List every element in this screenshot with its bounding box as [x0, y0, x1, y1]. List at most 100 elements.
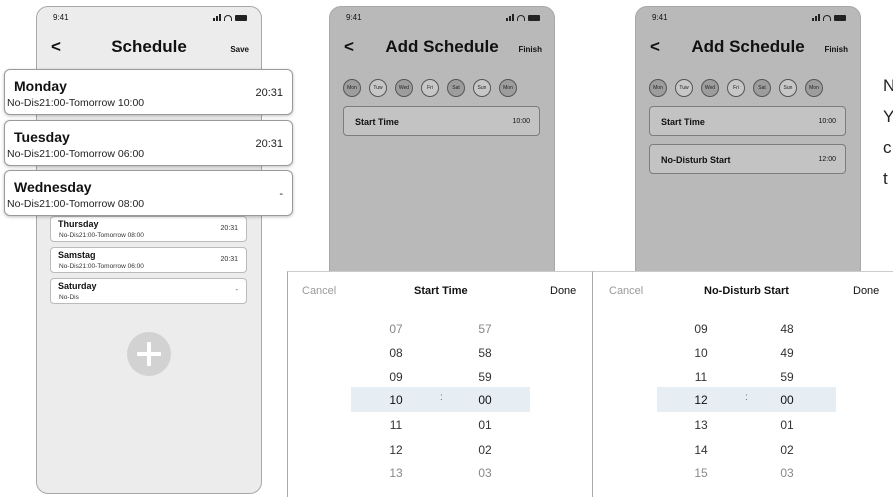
- schedule-time: 20:31: [220, 256, 238, 263]
- field-label: No-Disturb Start: [661, 155, 731, 165]
- time-separator: :: [745, 392, 748, 403]
- day-toggle[interactable]: Tuw: [675, 79, 693, 97]
- hour-option[interactable]: 13: [376, 466, 416, 480]
- day-schedule: No-Dis21:00-Tomorrow 08:00: [7, 198, 145, 210]
- minute-option[interactable]: 02: [767, 443, 807, 457]
- wifi-icon: [224, 15, 232, 21]
- finish-button[interactable]: Finish: [824, 45, 848, 54]
- save-button[interactable]: Save: [230, 45, 249, 54]
- day-name: Monday: [14, 78, 67, 94]
- schedule-card-samstag[interactable]: Samstag No-Dis21:00-Tomorrow 06:00 20:31: [50, 247, 247, 273]
- day-toggle[interactable]: Fri: [727, 79, 745, 97]
- day-schedule: No-Dis21:00-Tomorrow 10:00: [7, 97, 145, 109]
- field-value: 12:00: [818, 156, 836, 163]
- battery-icon: [834, 15, 846, 21]
- day-toggle[interactable]: Mon: [343, 79, 361, 97]
- hour-option[interactable]: 11: [681, 370, 721, 384]
- done-button[interactable]: Done: [550, 285, 576, 297]
- done-button[interactable]: Done: [853, 285, 879, 297]
- start-time-field[interactable]: Start Time 10:00: [343, 106, 540, 136]
- day-toggle[interactable]: Wed: [395, 79, 413, 97]
- hour-option[interactable]: 07: [376, 322, 416, 336]
- start-time-field[interactable]: Start Time 10:00: [649, 106, 846, 136]
- time-separator: :: [440, 392, 443, 403]
- schedule-sub: No-Dis: [59, 294, 79, 301]
- minute-option[interactable]: 57: [465, 322, 505, 336]
- minute-option-selected[interactable]: 00: [465, 393, 505, 407]
- minute-option[interactable]: 01: [767, 418, 807, 432]
- day-toggle[interactable]: Wed: [701, 79, 719, 97]
- minute-option[interactable]: 59: [767, 370, 807, 384]
- day-toggle[interactable]: Sat: [447, 79, 465, 97]
- no-disturb-start-field[interactable]: No-Disturb Start 12:00: [649, 144, 846, 174]
- signal-icon: [812, 14, 820, 21]
- field-label: Start Time: [355, 117, 399, 127]
- hour-option[interactable]: 10: [681, 346, 721, 360]
- schedule-day: Saturday: [58, 281, 97, 291]
- schedule-day: Thursday: [58, 219, 99, 229]
- day-toggle[interactable]: Fri: [421, 79, 439, 97]
- side-text-line: Y: [883, 107, 893, 126]
- hour-option-selected[interactable]: 12: [681, 393, 721, 407]
- weekday-selector: Mon Tuw Wed Fri Sat Sun Mon: [343, 79, 517, 97]
- hour-option[interactable]: 09: [376, 370, 416, 384]
- hour-option[interactable]: 08: [376, 346, 416, 360]
- nav-bar: < Schedule Save: [37, 35, 261, 61]
- plus-icon[interactable]: [127, 332, 171, 376]
- status-bar: 9:41: [346, 13, 540, 25]
- minute-option[interactable]: 03: [465, 466, 505, 480]
- day-card-monday[interactable]: Monday No-Dis21:00-Tomorrow 10:00 20:31: [4, 69, 293, 115]
- minute-option[interactable]: 02: [465, 443, 505, 457]
- schedule-sub: No-Dis21:00-Tomorrow 06:00: [59, 263, 144, 270]
- hour-option[interactable]: 11: [376, 418, 416, 432]
- day-schedule: No-Dis21:00-Tomorrow 06:00: [7, 148, 145, 160]
- day-time: 20:31: [255, 87, 283, 99]
- schedule-card-thursday[interactable]: Thursday No-Dis21:00-Tomorrow 08:00 20:3…: [50, 216, 247, 242]
- status-bar: 9:41: [53, 13, 247, 25]
- hour-option[interactable]: 13: [681, 418, 721, 432]
- day-toggle[interactable]: Mon: [499, 79, 517, 97]
- schedule-day: Samstag: [58, 250, 96, 260]
- cancel-button[interactable]: Cancel: [609, 285, 643, 297]
- day-toggle[interactable]: Tuw: [369, 79, 387, 97]
- battery-icon: [528, 15, 540, 21]
- day-time: 20:31: [255, 138, 283, 150]
- hour-option-selected[interactable]: 10: [376, 393, 416, 407]
- day-time: -: [279, 188, 283, 200]
- wifi-icon: [823, 15, 831, 21]
- day-card-wednesday[interactable]: Wednesday No-Dis21:00-Tomorrow 08:00 -: [4, 170, 293, 216]
- day-toggle[interactable]: Sun: [779, 79, 797, 97]
- cancel-button[interactable]: Cancel: [302, 285, 336, 297]
- day-card-tuesday[interactable]: Tuesday No-Dis21:00-Tomorrow 06:00 20:31: [4, 120, 293, 166]
- day-toggle[interactable]: Sat: [753, 79, 771, 97]
- day-toggle[interactable]: Mon: [805, 79, 823, 97]
- schedule-time: 20:31: [220, 225, 238, 232]
- finish-button[interactable]: Finish: [518, 45, 542, 54]
- side-text-line: N: [883, 76, 893, 95]
- signal-icon: [213, 14, 221, 21]
- picker-title: No-Disturb Start: [704, 285, 789, 297]
- schedule-card-saturday[interactable]: Saturday No-Dis -: [50, 278, 247, 304]
- minute-option[interactable]: 58: [465, 346, 505, 360]
- field-value: 10:00: [512, 118, 530, 125]
- status-icons: [213, 14, 247, 21]
- hour-option[interactable]: 15: [681, 466, 721, 480]
- day-toggle[interactable]: Mon: [649, 79, 667, 97]
- minute-option[interactable]: 59: [465, 370, 505, 384]
- side-text-line: t: [883, 169, 888, 188]
- hour-option[interactable]: 14: [681, 443, 721, 457]
- minute-option[interactable]: 49: [767, 346, 807, 360]
- nav-bar: < Add Schedule Finish: [330, 35, 554, 61]
- minute-option[interactable]: 01: [465, 418, 505, 432]
- field-value: 10:00: [818, 118, 836, 125]
- minute-option[interactable]: 48: [767, 322, 807, 336]
- hour-option[interactable]: 12: [376, 443, 416, 457]
- status-icons: [812, 14, 846, 21]
- minute-option[interactable]: 03: [767, 466, 807, 480]
- day-toggle[interactable]: Sun: [473, 79, 491, 97]
- status-time: 9:41: [346, 13, 362, 22]
- minute-option-selected[interactable]: 00: [767, 393, 807, 407]
- side-text: N Y c t: [883, 70, 893, 194]
- hour-option[interactable]: 09: [681, 322, 721, 336]
- start-time-picker: Cancel Start Time Done : 07 08 09 10 11 …: [287, 271, 593, 497]
